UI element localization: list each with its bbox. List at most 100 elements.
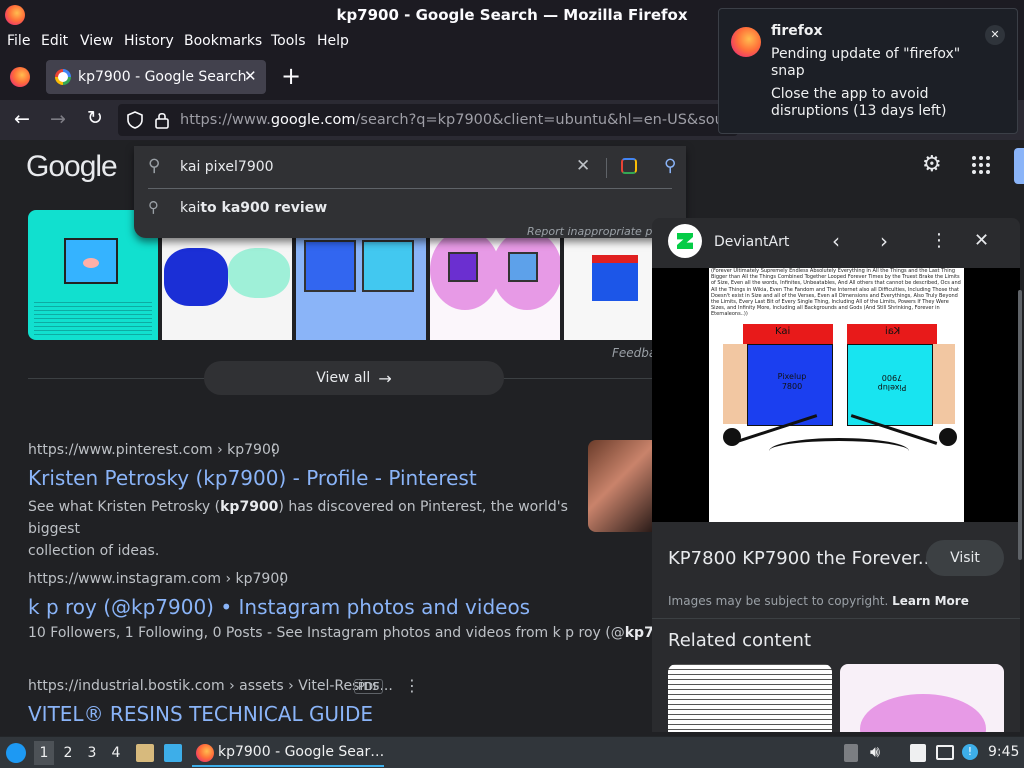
lens-camera-icon[interactable]: [621, 158, 637, 174]
workspace-2[interactable]: 2: [58, 741, 78, 765]
previous-icon[interactable]: ‹: [832, 229, 840, 253]
url-text[interactable]: https://www.google.com/search?q=kp7900&c…: [180, 112, 737, 128]
notification-close-icon[interactable]: ✕: [985, 25, 1005, 45]
notification-body: Pending update of "firefox" snap Close t…: [771, 46, 961, 119]
taskbar: 1 2 3 4 kp7900 - Google Sear… 🔊︎ ! 9:45: [0, 736, 1024, 768]
notifications-icon[interactable]: !: [962, 744, 978, 760]
result-thumbnail[interactable]: [588, 440, 652, 532]
preview-title[interactable]: KP7800 KP7900 the Forever...: [668, 548, 935, 569]
page-scrollbar[interactable]: [1018, 290, 1022, 560]
tab-close-icon[interactable]: ✕: [244, 67, 257, 85]
learn-more-link[interactable]: Learn More: [892, 594, 969, 608]
menu-tools[interactable]: Tools: [271, 33, 306, 49]
menu-edit[interactable]: Edit: [41, 33, 68, 49]
preview-image[interactable]: (Forever Ultimately Supremely Endless Ab…: [709, 268, 964, 522]
desktop-icon[interactable]: [164, 744, 182, 762]
result-cite[interactable]: https://www.instagram.com › kp7900: [28, 571, 288, 587]
update-notification[interactable]: firefox ✕ Pending update of "firefox" sn…: [718, 8, 1018, 134]
menu-help[interactable]: Help: [317, 33, 349, 49]
google-favicon-inner: [58, 72, 68, 82]
search-input[interactable]: kai pixel7900: [180, 159, 274, 175]
cube-right-label: Kai: [885, 326, 901, 337]
shield-icon[interactable]: [126, 111, 144, 129]
suggestion-item[interactable]: kaito ka900 review: [180, 200, 327, 216]
visit-button[interactable]: Visit: [926, 540, 1004, 576]
task-label: kp7900 - Google Sear…: [218, 744, 385, 760]
workspace-4[interactable]: 4: [106, 741, 126, 765]
search-suggestions-box: ⚲ kai pixel7900 ✕ ⚲ ⚲ kaito ka900 review…: [134, 146, 686, 238]
cube-left-side: [723, 344, 747, 424]
cube-left-label: Kai: [775, 326, 791, 337]
related-thumb-1[interactable]: [668, 664, 832, 732]
suggestion-search-icon: ⚲: [148, 198, 159, 216]
result-cite[interactable]: https://industrial.bostik.com › assets ›…: [28, 678, 393, 694]
image-preview-panel: DeviantArt ‹ › ⋮ ✕ (Forever Ultimately S…: [652, 218, 1020, 732]
result-title[interactable]: VITEL® RESINS TECHNICAL GUIDE: [28, 702, 373, 726]
hand: [939, 428, 957, 446]
deviantart-logo-icon: [668, 224, 702, 258]
settings-gear-icon[interactable]: ⚙: [922, 152, 942, 177]
next-icon[interactable]: ›: [880, 229, 888, 253]
close-panel-icon[interactable]: ✕: [974, 230, 989, 251]
firefox-view-icon[interactable]: [10, 67, 30, 87]
result-cite[interactable]: https://www.pinterest.com › kp7900: [28, 442, 280, 458]
divider: [606, 158, 607, 178]
related-content-heading: Related content: [668, 630, 811, 651]
hand: [723, 428, 741, 446]
cube-right-side: [933, 344, 955, 424]
image-caption: (Forever Ultimately Supremely Endless Ab…: [711, 268, 961, 318]
google-logo[interactable]: Google: [26, 150, 118, 184]
taskbar-firefox-task[interactable]: kp7900 - Google Sear…: [192, 739, 384, 767]
legs: [769, 438, 909, 464]
more-options-icon[interactable]: ⋮: [930, 230, 948, 251]
more-options-icon[interactable]: ⋮: [274, 569, 290, 588]
divider: [148, 188, 672, 189]
network-icon[interactable]: [936, 745, 954, 760]
apps-grid-icon[interactable]: [972, 156, 990, 174]
volume-icon[interactable]: 🔊︎: [870, 742, 880, 762]
pdf-badge: PDF: [354, 679, 384, 694]
menu-bookmarks[interactable]: Bookmarks: [184, 33, 262, 49]
more-options-icon[interactable]: ⋮: [266, 440, 282, 459]
workspace-1[interactable]: 1: [34, 741, 54, 765]
sign-in-button-edge[interactable]: [1014, 148, 1024, 184]
app-launcher-icon[interactable]: [6, 743, 26, 763]
cube-left-text: Pixelup 7800: [777, 372, 807, 391]
reload-icon[interactable]: ↻: [87, 107, 103, 129]
firefox-logo-icon: [196, 744, 214, 762]
feedback-link[interactable]: Feedba: [612, 346, 656, 360]
search-submit-icon[interactable]: ⚲: [664, 156, 676, 176]
search-icon: ⚲: [148, 156, 161, 176]
divider: [652, 618, 1020, 619]
new-tab-button[interactable]: +: [281, 62, 301, 90]
lock-icon[interactable]: [154, 111, 170, 129]
result-snippet: 10 Followers, 1 Following, 0 Posts - See…: [28, 625, 689, 641]
workspace-3[interactable]: 3: [82, 741, 102, 765]
notification-app: firefox: [771, 23, 823, 39]
clipboard-icon[interactable]: [910, 744, 926, 762]
cube-right-text: Pixelup 7900: [877, 373, 907, 392]
firefox-logo-icon: [731, 27, 761, 57]
file-manager-icon[interactable]: [136, 744, 154, 762]
tab-google-search[interactable]: kp7900 - Google Search ✕: [46, 60, 266, 94]
forward-arrow-icon[interactable]: →: [50, 108, 66, 130]
back-arrow-icon[interactable]: ←: [14, 108, 30, 130]
result-snippet: See what Kristen Petrosky (kp7900) has d…: [28, 499, 568, 559]
updates-icon[interactable]: [844, 744, 858, 762]
copyright-note: Images may be subject to copyright. Lear…: [668, 594, 969, 608]
address-bar[interactable]: https://www.google.com/search?q=kp7900&c…: [118, 104, 738, 136]
google-results-page: Google ⚙ Feedba View all → https://www.p…: [0, 140, 1024, 732]
arrow-right-icon: →: [378, 368, 392, 388]
result-title[interactable]: k p roy (@kp7900) • Instagram photos and…: [28, 595, 530, 619]
tab-label: kp7900 - Google Search: [78, 69, 247, 85]
more-options-icon[interactable]: ⋮: [404, 676, 420, 695]
result-title[interactable]: Kristen Petrosky (kp7900) - Profile - Pi…: [28, 466, 477, 490]
menu-file[interactable]: File: [7, 33, 30, 49]
clear-search-icon[interactable]: ✕: [576, 156, 590, 176]
panel-source[interactable]: DeviantArt: [714, 234, 789, 250]
menu-view[interactable]: View: [80, 33, 113, 49]
menu-history[interactable]: History: [124, 33, 174, 49]
related-thumb-2[interactable]: [840, 664, 1004, 732]
clock[interactable]: 9:45: [988, 744, 1019, 760]
view-all-button[interactable]: View all →: [204, 361, 504, 395]
